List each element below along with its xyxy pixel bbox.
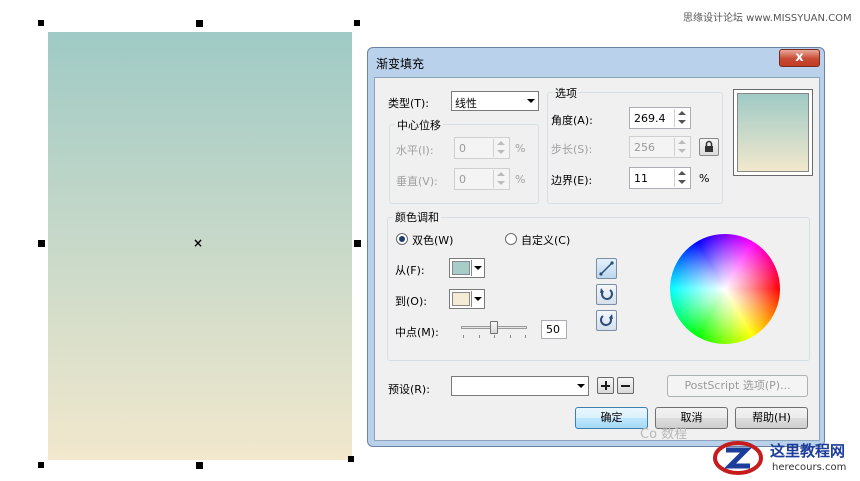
bottom-edge-handle[interactable] [196, 462, 203, 469]
midpoint-label: 中点(M): [395, 326, 439, 339]
edge-label: 边界(E): [551, 174, 593, 187]
add-preset-button[interactable] [597, 377, 614, 394]
vertical-label: 垂直(V): [396, 175, 438, 188]
corner-rotate-handle[interactable] [354, 20, 360, 26]
to-label: 到(O): [395, 295, 427, 308]
help-button[interactable]: 帮助(H) [735, 407, 808, 429]
spinner-arrows-icon[interactable] [674, 138, 689, 156]
clockwise-blend-button[interactable] [596, 310, 617, 331]
vertical-offset-input[interactable]: 0 [454, 168, 510, 190]
watermark-text: 思缘设计论坛 www.MISSYUAN.COM [683, 13, 852, 24]
color-wheel[interactable] [670, 234, 780, 344]
dialog-title: 渐变填充 [376, 57, 425, 71]
corner-rotate-handle[interactable] [38, 20, 44, 26]
right-edge-handle[interactable] [354, 240, 361, 247]
slider-tick [463, 335, 464, 338]
edge-input[interactable]: 11 [629, 167, 691, 189]
edge-unit: % [699, 172, 710, 185]
center-offset-legend: 中心位移 [395, 117, 443, 133]
horizontal-label: 水平(I): [396, 144, 434, 157]
custom-radio[interactable] [505, 233, 517, 245]
title-bar[interactable]: 渐变填充 x [368, 48, 824, 76]
color-blend-legend: 颜色调和 [393, 209, 441, 225]
corner-rotate-handle[interactable] [348, 456, 354, 462]
type-select-value: 线性 [455, 97, 477, 110]
top-edge-handle[interactable] [196, 20, 203, 27]
left-edge-handle[interactable] [38, 240, 45, 247]
corner-rotate-handle[interactable] [38, 462, 44, 468]
slider-tick [494, 335, 495, 338]
remove-preset-button[interactable] [617, 377, 634, 394]
slider-tick [510, 335, 511, 338]
two-color-radio[interactable] [396, 233, 408, 245]
horizontal-unit: % [515, 142, 526, 155]
edge-value: 11 [634, 172, 648, 185]
spinner-arrows-icon[interactable] [674, 169, 689, 187]
slider-tick [525, 335, 526, 338]
from-color-picker[interactable] [449, 258, 485, 278]
presets-label: 预设(R): [388, 383, 430, 396]
type-label: 类型(T): [388, 97, 430, 110]
angle-label: 角度(A): [551, 114, 593, 127]
watermark-site-name: 这里教程网 [770, 442, 846, 460]
spinner-arrows-icon[interactable] [493, 170, 508, 188]
chevron-down-icon [577, 384, 585, 388]
to-color-picker[interactable] [449, 289, 485, 309]
spinner-arrows-icon[interactable] [674, 109, 689, 127]
close-button[interactable]: x [779, 49, 820, 67]
to-color-swatch [452, 292, 470, 306]
lock-icon[interactable] [699, 138, 719, 156]
watermark-url: herecours.com [772, 462, 847, 473]
postscript-options-button[interactable]: PostScript 选项(P)... [667, 375, 808, 397]
from-label: 从(F): [395, 264, 425, 277]
two-color-label: 双色(W) [412, 234, 454, 247]
angle-input[interactable]: 269.4 [629, 107, 691, 129]
fountain-fill-dialog: 渐变填充 x 类型(T): 线性 中心位移 水平(I): 0 % 垂直(V): … [367, 47, 825, 447]
steps-value: 256 [634, 141, 655, 154]
center-offset-group [389, 124, 539, 204]
options-legend: 选项 [553, 85, 579, 101]
spinner-arrows-icon[interactable] [493, 139, 508, 157]
direct-blend-button[interactable] [596, 258, 617, 279]
type-select[interactable]: 线性 [451, 91, 539, 111]
preview-fill [737, 93, 809, 172]
dialog-body: 类型(T): 线性 中心位移 水平(I): 0 % 垂直(V): 0 % 选项 … [374, 77, 820, 441]
chevron-down-icon [471, 291, 483, 307]
midpoint-value: 50 [546, 323, 560, 336]
presets-select[interactable] [451, 376, 589, 396]
center-marker-icon[interactable]: × [193, 236, 203, 250]
from-color-swatch [452, 261, 470, 275]
counterclockwise-blend-button[interactable] [596, 284, 617, 305]
midpoint-input[interactable]: 50 [541, 320, 567, 339]
site-logo [712, 438, 764, 478]
ok-button[interactable]: 确定 [575, 407, 648, 429]
watermark-text: Co 数程 [640, 427, 688, 442]
slider-tick [479, 335, 480, 338]
angle-value: 269.4 [634, 112, 666, 125]
midpoint-slider-thumb[interactable] [490, 321, 498, 334]
horizontal-offset-input[interactable]: 0 [454, 137, 510, 159]
chevron-down-icon [471, 260, 483, 276]
horizontal-offset-value: 0 [459, 142, 466, 155]
color-wheel-center [670, 234, 780, 344]
steps-label: 步长(S): [551, 143, 593, 156]
gradient-preview[interactable] [733, 89, 813, 176]
vertical-offset-value: 0 [459, 173, 466, 186]
chevron-down-icon [527, 99, 535, 103]
steps-input[interactable]: 256 [629, 136, 691, 158]
vertical-unit: % [515, 173, 526, 186]
custom-label: 自定义(C) [521, 234, 571, 247]
